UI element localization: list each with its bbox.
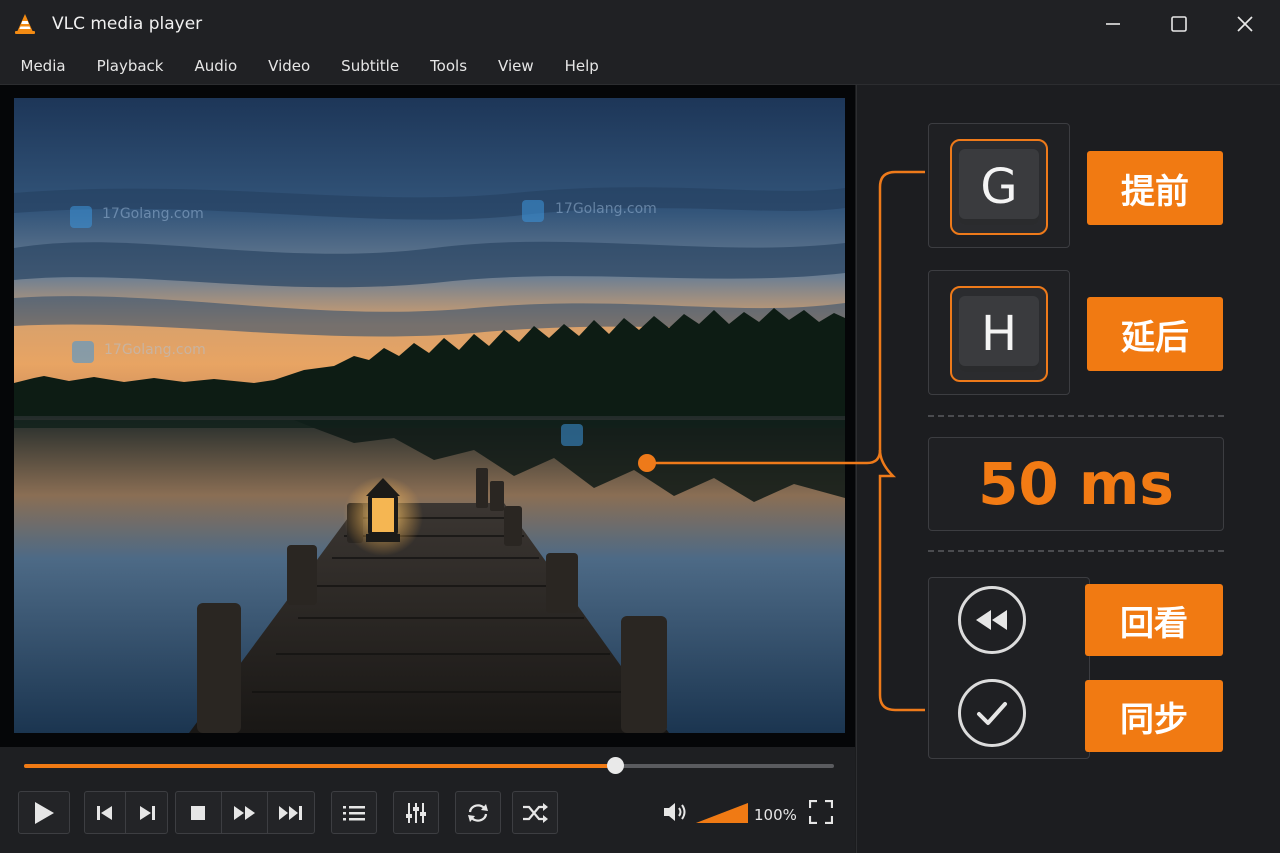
sync-button[interactable] <box>958 679 1026 747</box>
rewind-icon <box>976 610 1007 630</box>
equalizer-icon <box>406 802 426 823</box>
watermark-text: 17Golang.com <box>104 342 206 358</box>
review-label: 回看 <box>1085 584 1223 656</box>
playlist-icon <box>343 805 365 820</box>
stop-button[interactable] <box>176 792 222 833</box>
menu-playback[interactable]: Playback <box>81 57 179 75</box>
loop-icon <box>468 803 488 822</box>
menu-audio[interactable]: Audio <box>179 57 253 75</box>
divider <box>928 550 1224 552</box>
minimize-icon <box>1106 23 1120 25</box>
fast-forward-icon <box>233 805 255 820</box>
key-h-button[interactable]: H <box>950 286 1048 382</box>
volume-percent: 100% <box>754 806 797 824</box>
menu-subtitle[interactable]: Subtitle <box>326 57 415 75</box>
loop-button[interactable] <box>456 792 500 833</box>
fullscreen-icon[interactable] <box>809 800 833 824</box>
maximize-button[interactable] <box>1146 0 1212 48</box>
playlist-group <box>331 791 377 834</box>
menu-media[interactable]: Media <box>5 57 81 75</box>
minimize-button[interactable] <box>1080 0 1146 48</box>
menu-bar: Media Playback Audio Video Subtitle Tool… <box>0 48 1280 85</box>
skip-forward-button[interactable] <box>268 792 314 833</box>
key-g-label: G <box>959 149 1039 225</box>
menu-help[interactable]: Help <box>549 57 614 75</box>
loop-group <box>455 791 501 834</box>
play-icon <box>35 801 54 824</box>
seek-progress <box>24 764 616 768</box>
watermark-badge <box>70 206 92 228</box>
previous-button[interactable] <box>85 792 126 833</box>
delay-value: 50 ms <box>928 437 1224 531</box>
connector-lines <box>638 170 925 712</box>
window-title: VLC media player <box>52 14 203 34</box>
next-button[interactable] <box>126 792 167 833</box>
stop-icon <box>191 805 206 820</box>
equalizer-group <box>393 791 439 834</box>
shuffle-icon <box>523 802 548 823</box>
maximize-icon <box>1171 16 1187 32</box>
close-button[interactable] <box>1212 0 1278 48</box>
watermark-text: 17Golang.com <box>102 206 204 222</box>
volume-icon[interactable] <box>662 800 690 824</box>
close-icon <box>1237 16 1253 32</box>
previous-icon <box>97 805 112 820</box>
watermark-badge <box>522 200 544 222</box>
sync-label: 同步 <box>1085 680 1223 752</box>
divider <box>928 415 1224 417</box>
check-icon <box>977 702 1007 725</box>
delay-label: 延后 <box>1087 297 1223 371</box>
key-h-label: H <box>959 296 1039 372</box>
next-icon <box>139 805 155 820</box>
menu-view[interactable]: View <box>483 57 550 75</box>
shuffle-group <box>512 791 558 834</box>
track-nav-group <box>84 791 168 834</box>
key-g-button[interactable]: G <box>950 139 1048 235</box>
vlc-cone-icon <box>15 14 35 34</box>
advance-label: 提前 <box>1087 151 1223 225</box>
play-button[interactable] <box>19 792 69 833</box>
fast-forward-button[interactable] <box>222 792 269 833</box>
volume-slider[interactable] <box>695 802 749 824</box>
rewind-button[interactable] <box>958 586 1026 654</box>
play-group <box>18 791 70 834</box>
watermark-badge <box>72 341 94 363</box>
menu-tools[interactable]: Tools <box>415 57 483 75</box>
watermark-badge <box>561 424 583 446</box>
skip-forward-icon <box>279 805 303 820</box>
menu-video[interactable]: Video <box>253 57 326 75</box>
playlist-button[interactable] <box>332 792 376 833</box>
transport-group <box>175 791 315 834</box>
equalizer-button[interactable] <box>394 792 438 833</box>
shuffle-button[interactable] <box>513 792 557 833</box>
